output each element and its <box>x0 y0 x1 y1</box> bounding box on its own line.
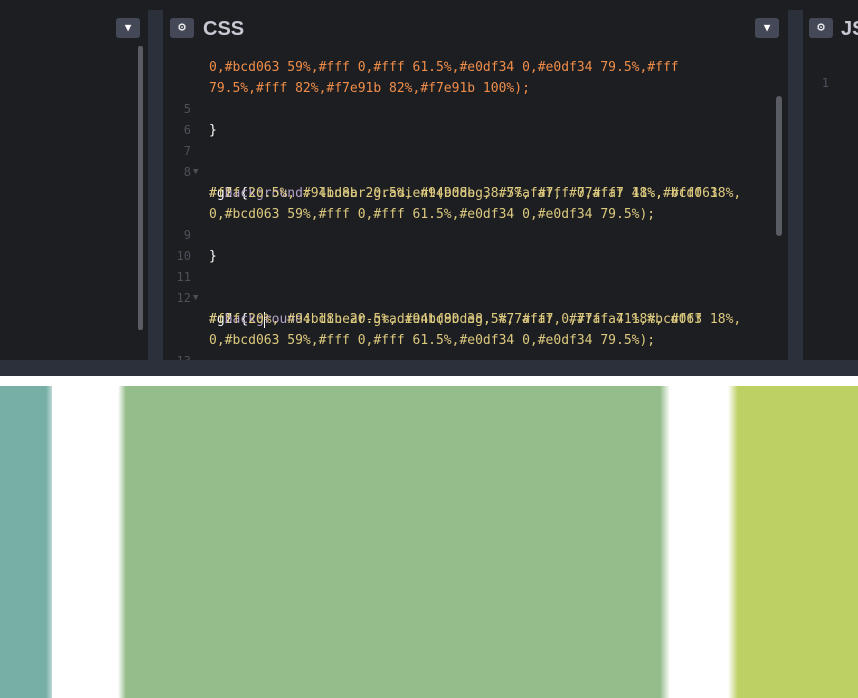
css-panel-scrollbar[interactable] <box>776 96 782 236</box>
html-panel-scrollbar[interactable] <box>138 46 143 330</box>
js-panel-title: JS <box>841 18 858 40</box>
code-line: 0,#bcd063 59%,#fff 0,#fff 61.5%,#e0df34 … <box>163 309 655 348</box>
divider <box>0 376 858 378</box>
code-line: 0,#bcd063 59%,#fff 0,#fff 61.5%,#e0df34 … <box>163 46 679 75</box>
code-line: 1 <box>803 52 833 90</box>
code-line: 6 <box>163 99 226 137</box>
code-line: 7 ▼ #g2 { <box>163 120 248 201</box>
code-line: 79.5%,#fff 82%,#f7e91b 82%,#f7e91b 100%)… <box>163 57 530 96</box>
code-text: 79.5%,#fff 82%,#f7e91b 82%,#f7e91b 100%)… <box>209 81 530 96</box>
css-code-editor[interactable]: 0,#bcd063 59%,#fff 0,#fff 61.5%,#e0df34 … <box>163 46 788 360</box>
code-text: 0,#bcd063 59%,#fff 0,#fff 61.5%,#e0df34 … <box>209 207 656 222</box>
code-line: 9 } <box>163 204 226 264</box>
editor-resize-bar[interactable] <box>0 360 858 376</box>
code-text: 0,#bcd063 59%,#fff 0,#fff 61.5%,#e0df34 … <box>209 333 656 348</box>
code-text: #fff 20.5%, #94bd8b 20.5%, #94bd8b 38.5%… <box>209 186 718 201</box>
css-panel-header: ⚙ CSS ▼ <box>163 10 788 46</box>
code-text: 0,#bcd063 59%,#fff 0,#fff 61.5%,#e0df34 … <box>209 60 679 75</box>
panel-resize-handle[interactable] <box>148 10 163 360</box>
css-panel[interactable]: ⚙ CSS ▼ 0,#bcd063 59%,#fff 0,#fff 61.5%,… <box>163 10 788 360</box>
gear-icon[interactable]: ⚙ <box>170 18 194 38</box>
gear-icon[interactable]: ⚙ <box>809 18 833 38</box>
code-line: #fff 20.5%, #94bd8b 20.5%, #94bd8b 38.5%… <box>163 162 718 201</box>
js-panel[interactable]: ⚙ JS 1 <box>803 10 858 360</box>
code-line: 5 } <box>163 78 226 138</box>
code-line: 8 background: linear-gradient(90deg, #77… <box>163 141 741 201</box>
code-line: 0,#bcd063 59%,#fff 0,#fff 61.5%,#e0df34 … <box>163 183 655 222</box>
result-preview <box>0 380 858 698</box>
code-line: 12 background: linear-gradient(90deg, #7… <box>163 267 742 327</box>
code-line: 13 } <box>163 330 226 360</box>
gradient-stripe-green <box>118 386 670 698</box>
chevron-down-icon[interactable]: ▼ <box>116 18 140 38</box>
html-panel[interactable]: ▼ <box>0 10 148 360</box>
gradient-stripe-teal <box>0 386 52 698</box>
code-text: %, #94bd8b 20.5%, #94bd8b 38.5%, #fff 0,… <box>263 312 703 327</box>
css-panel-title: CSS <box>203 18 245 40</box>
editor-area: ▼ ⚙ CSS ▼ 0,#bcd063 59%,#fff 0,#fff 61.5… <box>0 0 858 362</box>
code-line: 10 <box>163 225 226 263</box>
gradient-stripe-lime <box>728 386 858 698</box>
code-line: 11 ▼ #g2 { <box>163 246 249 327</box>
line-number: 1 <box>821 76 829 90</box>
chevron-down-icon[interactable]: ▼ <box>755 18 779 38</box>
html-panel-header: ▼ <box>0 10 148 46</box>
line-number: 13 <box>163 351 191 360</box>
panel-resize-handle[interactable] <box>788 10 803 360</box>
code-line: #fff 20%, #94bd8b 20.5%, #94bd8b 38.5%, … <box>163 288 702 328</box>
